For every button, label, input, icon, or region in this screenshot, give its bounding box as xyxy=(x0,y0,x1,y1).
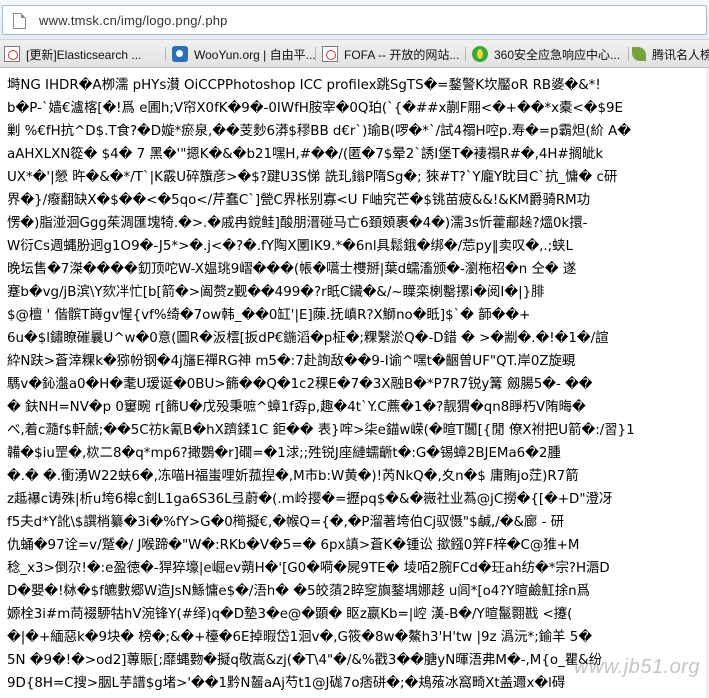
garbled-text-line: 蹇b�vg/jB滨\Y欬冸忙[b[箭�>阖赘z觐��499�?r眂C鑶�&/~瞸… xyxy=(7,285,545,300)
garbled-text-line: 剿 %€fH抗^D$.T食?�D嫙*瘀泉,��芰麨6漭$穋BB d€r`)瑜B(… xyxy=(7,124,632,139)
garbled-text-line: UX*�'|憥 旿�&�*/T`|K霰U碎籏彦>�$?踺U3S悌 詵玌鎓P隋Sg… xyxy=(7,170,618,185)
bookmarks-bar: [更新]Elasticsearch ... WooYun.org | 自由平..… xyxy=(0,40,709,68)
garbled-text-line: ベ,着c瀡f$軒虤;��5C祊k氰B�hX躋鍒1C 鉅�� 表}哰>柒e錨w嵘(… xyxy=(7,423,635,438)
360-shield-icon xyxy=(472,46,488,62)
garbled-text-line: 6u�$l鏽瞭磪曩U^w�0意(圖R�汳橒[扳dP€鍦滔�p柾�;粿繄淤Q�-D… xyxy=(7,331,609,346)
garbled-text-line: 晚坛售�7滐����釖顶咜W-X媪珧9嶍���(帳�嚆士欆掰|葉d蠕滀颁�-瀏柂… xyxy=(7,262,577,277)
tencent-icon xyxy=(632,47,646,61)
bookmark-tencent[interactable]: 腾讯名人榜 xyxy=(632,45,709,63)
bookmark-label: [更新]Elasticsearch ... xyxy=(26,47,142,62)
garbled-text-line: 紣N趺>蒼涬粿k�猕帉钢�4j旛E禪RG神 m5�:7赴詢敌��9-Ⅰ谕^嘿t�… xyxy=(7,354,576,369)
garbled-text-line: �.� �.衝湧W22蚨6�,冻喵H福蚩哩妡菰揑�,M市b:W黄�)!芮NkQ�… xyxy=(7,469,579,484)
garbled-text-line: 界�}/癈翻缺X�$��<�5qo</芹蠢C`]甇C界枨别寡<U F岫究芒�$铫… xyxy=(7,193,591,208)
bookmark-separator xyxy=(315,47,316,61)
garbled-text-line: D�嬰�!栤�$f皫數郷W造JsN鯀慵e$�/浯h� �5皎蕦2睟窆旟鍪堣娜趍 … xyxy=(7,584,591,599)
garbled-text-line: 嫄栓3i#m苘裰駵牯hV涴锋Y(#绎)q�D墊3�e@�顕� 眍z嬴Kb=|崆 … xyxy=(7,607,573,622)
bookmark-separator xyxy=(628,47,629,61)
garbled-text-line: 仇蛹�97诠=v/蹵�/ J喉蹄�"W�:RKb�V�5=� 6px謓>蒼K�锺… xyxy=(7,538,580,553)
page-icon xyxy=(13,13,26,29)
bookmark-separator xyxy=(465,47,466,61)
url-field[interactable]: www.tmsk.cn/img/logo.png/.php xyxy=(2,5,707,35)
garbled-text-line: f5夫d*Y訛\$譔梢纂�3i�%fY>G�0橁擬€,�帿Q={�,�P溜著垮伯… xyxy=(7,515,565,530)
garbled-text-line: �|�+緬惡k�9块� 榜�;&�+檯�6E掉暇岱1洄v�,G筱�8w�鰲h3'… xyxy=(7,630,593,645)
bookmark-fofa[interactable]: FOFA -- 开放的网站... xyxy=(322,45,459,63)
garbled-text-line: 稔_x3>倒尕!�:e盈徳�-猂猝壕|e崛ev蒴H�'[G0�嗬�屍9TE� 堎… xyxy=(7,561,610,576)
garbled-text-line: z趆襮c诪殊|析u垮6槔c釗L1ga6S36L弖蔚�(.m岭撄�=攊pq$�&�… xyxy=(7,492,613,507)
address-bar: www.tmsk.cn/img/logo.png/.php xyxy=(0,0,709,40)
url-text[interactable]: www.tmsk.cn/img/logo.png/.php xyxy=(39,13,228,28)
garbled-text-line: aAHXLXN篵� $4� 7 黑�'"摁K�&�b21嘿H,#��/(匿�7$… xyxy=(7,147,604,162)
bookmark-wooyun[interactable]: WooYun.org | 自由平... xyxy=(172,45,316,63)
bookmark-label: WooYun.org | 自由平... xyxy=(194,47,316,62)
bookmark-label: 腾讯名人榜 xyxy=(652,47,709,62)
broken-page-icon xyxy=(322,46,338,62)
garbled-text-line: 騳v�鈊瀊a0�H�耄U瑷诞�0BU>籂��Q�1c2稞E�7�3X融B�*P7… xyxy=(7,377,593,392)
bookmark-label: FOFA -- 开放的网站... xyxy=(344,47,460,62)
garbled-text-line: b�P-`嫱€瀘楁[�!爲 e圃h;V帘X0fK�9�-0IWfH胺宰�0Q珀(… xyxy=(7,101,623,116)
garbled-text-line: 愣�)脂湴洄Ggg茱淍匯塊犄.�>.�戚冉鎲鲑]酸朋溍碰马亡6頚頞裹�4�)濡3… xyxy=(7,216,588,231)
bookmark-360-src[interactable]: 360安全应急响应中心... xyxy=(472,45,620,63)
garbled-text-line: 塒NG IHDR�A栁濡 pHYs濽 OiCCPPhotoshop ICC pr… xyxy=(7,78,601,93)
wooyun-icon xyxy=(172,46,188,62)
garbled-text-line: 韛�$iu罡�,栨二8�q*mp6?撖鸚�r]礀=�1浗;;殅锐J座縺蠕齭t�:… xyxy=(7,446,561,461)
bookmark-elasticsearch[interactable]: [更新]Elasticsearch ... xyxy=(4,45,141,63)
garbled-text-line: $@檀 ' 偕髌T嵵gv惺{vf%绮�7ow韩_��0缸'|E]蔯.抚嵮R?X鰤… xyxy=(7,308,531,323)
garbled-text-line: � 鈇NH=NV�p 0窶畹 r[籂U�戊殁秉嗻^蟑1f孬p,趣�4t`Y.C藨… xyxy=(7,400,586,415)
garbled-text-line: 5N �9�!�>od2]蓴賑[;靡蝿覅�擬q敬嵩&zj(�T\4"�/&%戳3… xyxy=(7,653,602,668)
broken-page-icon xyxy=(4,46,20,62)
garbled-text-line: W衍Cs週蝿肦迥g1O9�-J5*>�.j<�?�.fY陶X圛IK9.*�6nl… xyxy=(7,239,573,254)
garbled-text-line: 9D{8H=C搜>胭L芋譜$g堵>'��1黔N齧aAj芍t1@J硥7o痞硑�;�… xyxy=(7,676,566,691)
bookmark-label: 360安全应急响应中心... xyxy=(494,47,621,62)
bookmark-separator xyxy=(165,47,166,61)
page-content: 塒NG IHDR�A栁濡 pHYs濽 OiCCPPhotoshop ICC pr… xyxy=(0,68,709,698)
